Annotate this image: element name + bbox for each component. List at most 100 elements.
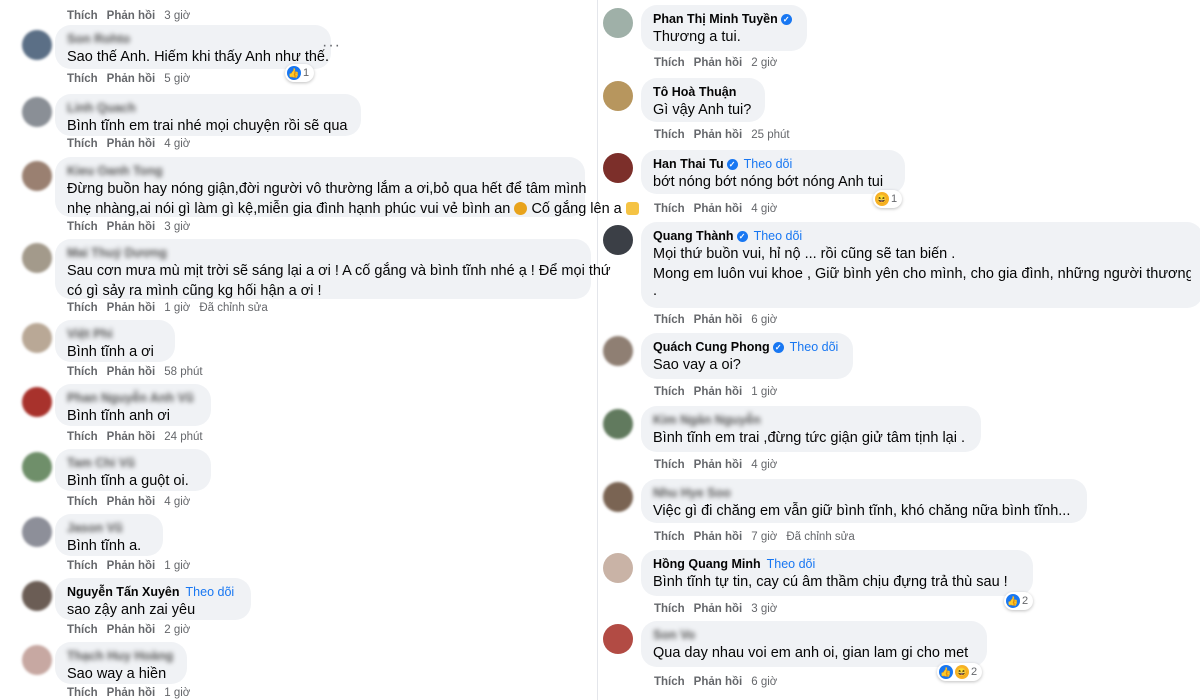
author-name[interactable]: Tô Hoà Thuận xyxy=(653,84,753,100)
timestamp[interactable]: 4 giờ xyxy=(751,459,777,471)
avatar[interactable] xyxy=(603,8,633,38)
like-link[interactable]: Thích xyxy=(67,138,98,150)
avatar[interactable] xyxy=(603,225,633,255)
edited-label[interactable]: Đã chỉnh sửa xyxy=(786,531,854,543)
timestamp[interactable]: 3 giờ xyxy=(751,603,777,615)
reply-link[interactable]: Phản hồi xyxy=(694,386,743,398)
author-name[interactable]: Nguyễn Tấn Xuyên xyxy=(67,584,180,600)
author-name[interactable]: Tam Chi Vũ xyxy=(67,455,199,471)
author-name[interactable]: Quách Cung Phong xyxy=(653,339,770,355)
timestamp[interactable]: 3 giờ xyxy=(164,10,190,22)
timestamp[interactable]: 7 giờ xyxy=(751,531,777,543)
author-name[interactable]: Kieu Oanh Tong xyxy=(67,163,573,179)
reply-link[interactable]: Phản hồi xyxy=(694,676,743,688)
avatar[interactable] xyxy=(603,81,633,111)
reply-link[interactable]: Phản hồi xyxy=(107,366,156,378)
avatar[interactable] xyxy=(22,517,52,547)
avatar[interactable] xyxy=(22,645,52,675)
avatar[interactable] xyxy=(22,30,52,60)
author-name[interactable]: Han Thai Tu xyxy=(653,157,724,171)
reply-link[interactable]: Phản hồi xyxy=(107,687,156,699)
timestamp[interactable]: 24 phút xyxy=(164,431,202,443)
reaction-count[interactable]: 👍 1 xyxy=(285,64,315,82)
author-name[interactable]: Thạch Huy Hoàng xyxy=(67,648,175,664)
like-link[interactable]: Thích xyxy=(67,496,98,508)
follow-button[interactable]: Theo dõi xyxy=(767,557,816,571)
reply-link[interactable]: Phản hồi xyxy=(694,129,743,141)
avatar[interactable] xyxy=(22,161,52,191)
like-link[interactable]: Thích xyxy=(67,302,98,314)
like-link[interactable]: Thích xyxy=(654,459,685,471)
timestamp[interactable]: 5 giờ xyxy=(164,73,190,85)
reply-link[interactable]: Phản hồi xyxy=(107,560,156,572)
follow-button[interactable]: Theo dõi xyxy=(186,585,235,599)
reaction-count[interactable]: 😆 1 xyxy=(873,190,903,208)
timestamp[interactable]: 1 giờ xyxy=(164,302,190,314)
avatar[interactable] xyxy=(603,624,633,654)
avatar[interactable] xyxy=(22,243,52,273)
reply-link[interactable]: Phản hồi xyxy=(694,459,743,471)
author-name[interactable]: Quang Thành xyxy=(653,229,734,243)
reply-link[interactable]: Phản hồi xyxy=(107,624,156,636)
avatar[interactable] xyxy=(603,336,633,366)
timestamp[interactable]: 4 giờ xyxy=(164,496,190,508)
timestamp[interactable]: 58 phút xyxy=(164,366,202,378)
follow-button[interactable]: Theo dõi xyxy=(754,229,803,243)
reply-link[interactable]: Phản hồi xyxy=(694,203,743,215)
author-name[interactable]: Phan Thị Minh Tuyền xyxy=(653,12,778,26)
like-link[interactable]: Thích xyxy=(67,624,98,636)
follow-button[interactable]: Theo dõi xyxy=(744,157,793,171)
reply-link[interactable]: Phản hồi xyxy=(107,73,156,85)
like-link[interactable]: Thích xyxy=(654,603,685,615)
timestamp[interactable]: 1 giờ xyxy=(164,560,190,572)
avatar[interactable] xyxy=(603,482,633,512)
timestamp[interactable]: 2 giờ xyxy=(751,57,777,69)
author-name[interactable]: Hồng Quang Minh xyxy=(653,557,761,571)
follow-button[interactable]: Theo dõi xyxy=(790,340,839,354)
like-link[interactable]: Thích xyxy=(67,10,98,22)
like-link[interactable]: Thích xyxy=(67,221,98,233)
timestamp[interactable]: 3 giờ xyxy=(164,221,190,233)
author-name[interactable]: Jason Vũ xyxy=(67,520,151,536)
author-name[interactable]: Nhu Hye Soo xyxy=(653,485,1075,501)
reply-link[interactable]: Phản hồi xyxy=(107,221,156,233)
reply-link[interactable]: Phản hồi xyxy=(107,10,156,22)
reply-link[interactable]: Phản hồi xyxy=(694,314,743,326)
like-link[interactable]: Thích xyxy=(67,431,98,443)
timestamp[interactable]: 1 giờ xyxy=(164,687,190,699)
timestamp[interactable]: 4 giờ xyxy=(164,138,190,150)
reaction-count[interactable]: 👍 2 xyxy=(1004,592,1034,610)
like-link[interactable]: Thích xyxy=(654,203,685,215)
timestamp[interactable]: 2 giờ xyxy=(164,624,190,636)
author-name[interactable]: Linh Quach xyxy=(67,100,349,116)
like-link[interactable]: Thích xyxy=(654,531,685,543)
like-link[interactable]: Thích xyxy=(67,73,98,85)
timestamp[interactable]: 6 giờ xyxy=(751,676,777,688)
reply-link[interactable]: Phản hồi xyxy=(107,496,156,508)
reply-link[interactable]: Phản hồi xyxy=(694,531,743,543)
timestamp[interactable]: 1 giờ xyxy=(751,386,777,398)
avatar[interactable] xyxy=(22,387,52,417)
like-link[interactable]: Thích xyxy=(654,386,685,398)
like-link[interactable]: Thích xyxy=(654,129,685,141)
timestamp[interactable]: 4 giờ xyxy=(751,203,777,215)
author-name[interactable]: Phan Nguyễn Anh Vũ xyxy=(67,390,199,406)
timestamp[interactable]: 25 phút xyxy=(751,129,789,141)
avatar[interactable] xyxy=(22,581,52,611)
author-name[interactable]: Việt Phi xyxy=(67,326,163,342)
reaction-count[interactable]: 👍 😆 2 xyxy=(937,663,983,681)
author-name[interactable]: Mai Thuý Dương xyxy=(67,245,579,261)
reply-link[interactable]: Phản hồi xyxy=(107,431,156,443)
like-link[interactable]: Thích xyxy=(67,687,98,699)
like-link[interactable]: Thích xyxy=(654,676,685,688)
avatar[interactable] xyxy=(603,153,633,183)
edited-label[interactable]: Đã chỉnh sửa xyxy=(199,302,267,314)
timestamp[interactable]: 6 giờ xyxy=(751,314,777,326)
avatar[interactable] xyxy=(22,97,52,127)
avatar[interactable] xyxy=(22,323,52,353)
like-link[interactable]: Thích xyxy=(654,314,685,326)
avatar[interactable] xyxy=(603,553,633,583)
reply-link[interactable]: Phản hồi xyxy=(107,138,156,150)
avatar[interactable] xyxy=(22,452,52,482)
author-name[interactable]: Son Rohto xyxy=(67,31,319,47)
